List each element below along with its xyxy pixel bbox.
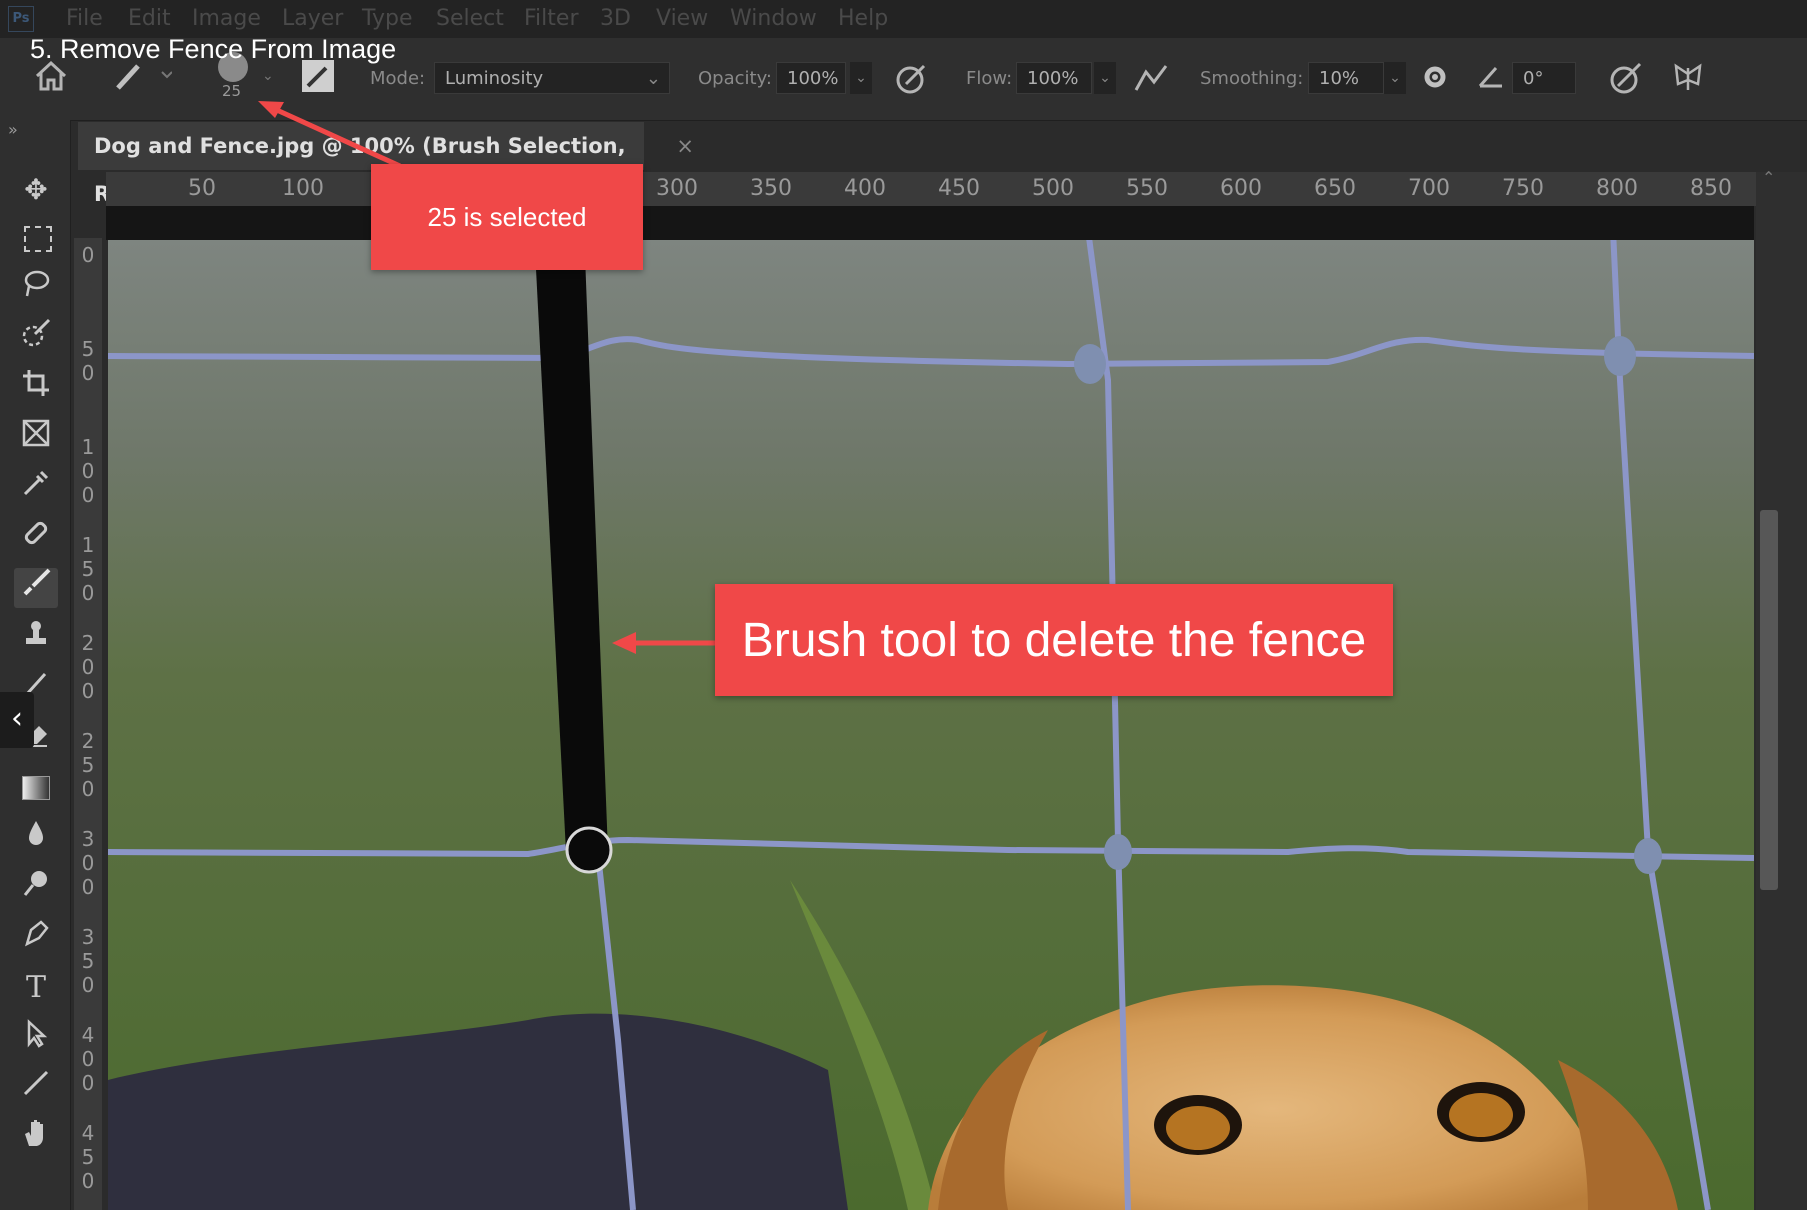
arrow-head-stroke [612,632,636,654]
callout-brush-tool: Brush tool to delete the fence [715,584,1393,696]
photoshop-window: Ps File Edit Image Layer Type Select Fil… [0,0,1807,1210]
callout-size-selected: 25 is selected [371,164,643,270]
arrow-to-brush-size [266,103,402,169]
